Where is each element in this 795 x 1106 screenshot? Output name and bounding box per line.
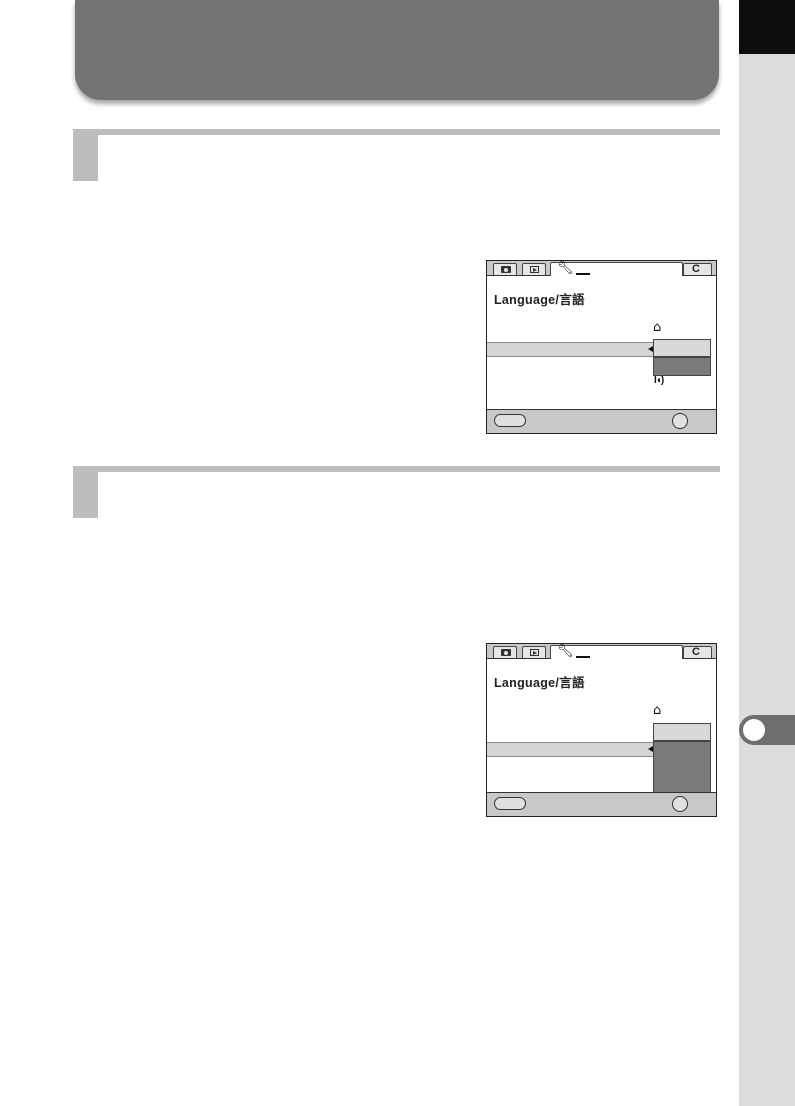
dropdown-option-1[interactable] — [653, 339, 711, 357]
step-1-number-box — [73, 129, 98, 181]
menu-item-language[interactable]: Language/言語 — [494, 672, 585, 691]
wrench-icon: 🔧︎ — [557, 261, 574, 276]
custom-tab-label: C — [692, 646, 700, 658]
step-2-bar — [73, 466, 720, 518]
bottom-guide-bar — [487, 792, 716, 816]
camera-screen-1: 🔧︎ C Language/言語 ⌂ I◖) — [486, 260, 717, 434]
dropdown-option-1[interactable] — [653, 723, 711, 741]
ok-button-icon — [672, 413, 688, 429]
page-indicator — [576, 656, 590, 658]
camera-icon — [501, 266, 511, 273]
tab-setup[interactable]: 🔧︎ — [550, 262, 683, 276]
selected-menu-row[interactable] — [487, 742, 653, 757]
step-1-bar — [73, 129, 720, 181]
tab-setup[interactable]: 🔧︎ — [550, 645, 683, 659]
tab-playback[interactable] — [522, 263, 546, 275]
play-icon — [530, 649, 539, 656]
ok-button-icon — [672, 796, 688, 812]
tab-playback[interactable] — [522, 646, 546, 658]
custom-tab-label: C — [692, 263, 700, 275]
play-icon — [530, 266, 539, 273]
section-heading-banner — [75, 0, 719, 100]
page-indicator — [576, 273, 590, 275]
home-icon: ⌂ — [653, 703, 662, 718]
menu-button-icon — [494, 414, 526, 427]
menu-item-language[interactable]: Language/言語 — [494, 289, 585, 308]
side-index-top-block — [739, 0, 795, 54]
menu-button-icon — [494, 797, 526, 810]
chapter-tab-circle — [743, 719, 765, 741]
home-icon: ⌂ — [653, 320, 662, 335]
side-index-strip — [739, 0, 795, 1106]
tab-capture[interactable] — [493, 263, 517, 275]
dropdown-option-list[interactable] — [653, 741, 711, 794]
bottom-guide-bar — [487, 409, 716, 433]
dropdown-option-2[interactable] — [653, 357, 711, 376]
step-2-number-box — [73, 466, 98, 518]
tab-capture[interactable] — [493, 646, 517, 658]
speaker-icon: I◖) — [654, 375, 664, 386]
step-2-stripe — [73, 466, 720, 472]
selected-menu-row[interactable] — [487, 342, 653, 357]
wrench-icon: 🔧︎ — [557, 644, 574, 659]
camera-screen-2: 🔧︎ C Language/言語 ⌂ — [486, 643, 717, 817]
menu-tab-bar: 🔧︎ C — [487, 261, 716, 276]
menu-tab-bar: 🔧︎ C — [487, 644, 716, 659]
tab-custom[interactable]: C — [683, 646, 712, 658]
camera-icon — [501, 649, 511, 656]
tab-custom[interactable]: C — [683, 263, 712, 275]
step-1-stripe — [73, 129, 720, 135]
